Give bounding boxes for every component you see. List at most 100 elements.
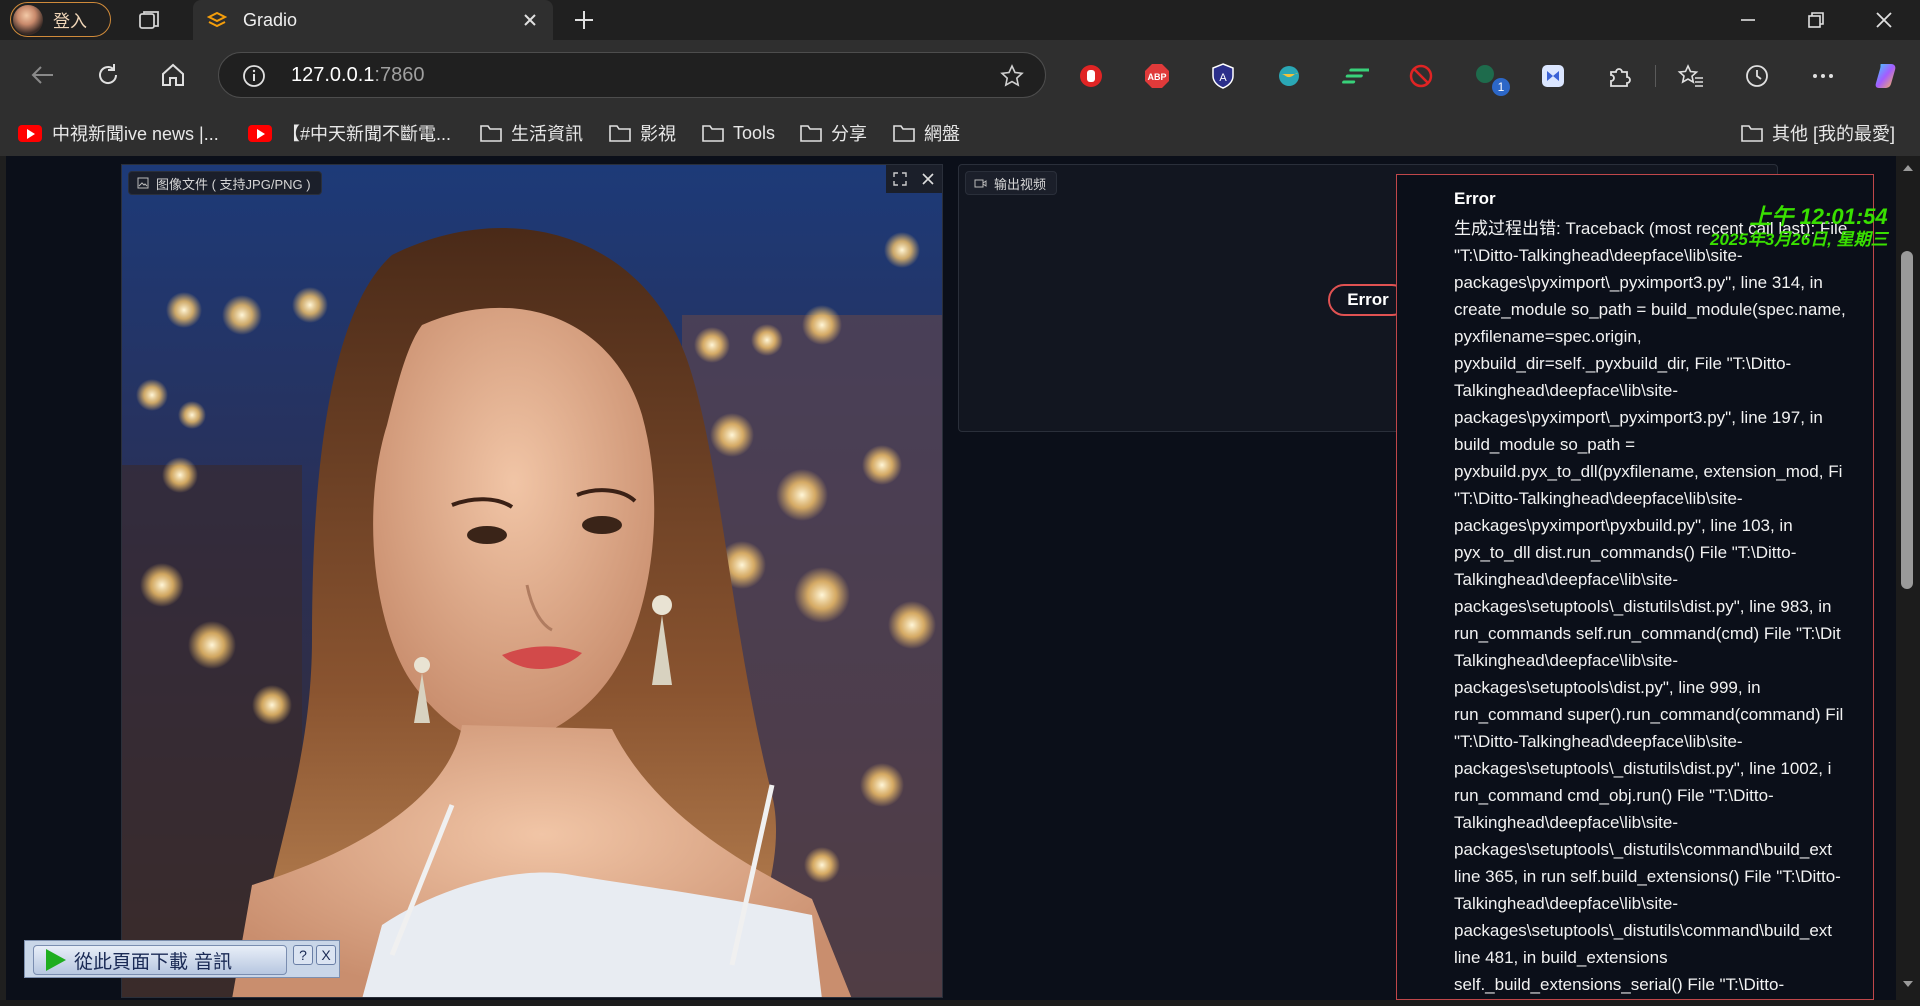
- image-input-label: 图像文件 ( 支持JPG/PNG ): [128, 171, 322, 195]
- bookmark-folder[interactable]: 網盤: [892, 118, 960, 148]
- favorite-star-icon[interactable]: [999, 63, 1025, 89]
- error-line: self._build_extensions_serial() File "T:…: [1454, 975, 1785, 994]
- gradio-logo-icon: [207, 11, 227, 28]
- avatar: [13, 4, 43, 35]
- info-icon[interactable]: [241, 63, 267, 89]
- image-toolbar: [886, 165, 942, 193]
- gradio-page: 图像文件 ( 支持JPG/PNG ) 输出视频 Error Error 生成过程…: [6, 156, 1896, 1000]
- desktop-clock-overlay: 上午 12:01:54 2025年3月26日, 星期三: [1710, 205, 1888, 251]
- error-line: Talkinghead\deepface\lib\site-: [1454, 813, 1678, 832]
- error-line: "T:\Ditto-Talkinghead\deepface\lib\site-: [1454, 732, 1743, 751]
- error-line: create_module so_path = build_module(spe…: [1454, 300, 1846, 319]
- error-line: packages\pyximport\_pyximport3.py", line…: [1454, 408, 1823, 427]
- download-label: 從此頁面下載 音訊: [74, 950, 233, 973]
- bookmark-item[interactable]: 中視新聞ive news |...: [18, 118, 219, 148]
- bookmark-item[interactable]: 【#中天新聞不斷電...: [248, 118, 451, 148]
- globe-icon[interactable]: [1275, 62, 1303, 90]
- close-tab-icon[interactable]: [521, 11, 539, 29]
- error-line: Talkinghead\deepface\lib\site-: [1454, 894, 1678, 913]
- bookmark-label: 中視新聞ive news |...: [52, 124, 219, 144]
- browser-window: { "browser": { "profile_label": "登入", "t…: [0, 0, 1920, 1006]
- bookmark-label: 分享: [831, 124, 867, 144]
- portrait-photo: [122, 165, 942, 997]
- download-audio-button[interactable]: 從此頁面下載 音訊: [33, 945, 287, 975]
- bookmark-label: 網盤: [924, 124, 960, 144]
- url-text[interactable]: 127.0.0.1:7860: [291, 64, 424, 87]
- error-line: Talkinghead\deepface\lib\site-: [1454, 651, 1678, 670]
- svg-text:A: A: [1219, 72, 1227, 84]
- bookmark-folder[interactable]: 生活資訊: [479, 118, 583, 148]
- error-title: Error: [1454, 189, 1496, 208]
- bookmark-label: 生活資訊: [511, 124, 583, 144]
- clock-date: 2025年3月26日, 星期三: [1710, 230, 1888, 249]
- error-line: pyxbuild_dir=self._pyxbuild_dir, File "T…: [1454, 354, 1792, 373]
- folder-icon: [480, 125, 502, 142]
- back-icon[interactable]: [28, 60, 58, 90]
- speed-icon[interactable]: [1341, 62, 1369, 90]
- error-line: line 365, in run self.build_extensions()…: [1454, 867, 1841, 886]
- tab-gradio[interactable]: Gradio: [193, 0, 553, 40]
- block-icon[interactable]: [1407, 62, 1435, 90]
- minimize-icon[interactable]: [1736, 8, 1760, 32]
- window-bottom-edge: [0, 1000, 1920, 1006]
- error-line: pyx_to_dll dist.run_commands() File "T:\…: [1454, 543, 1797, 562]
- bookmarks-bar: 中視新聞ive news |... 【#中天新聞不斷電... 生活資訊 影視 T…: [0, 110, 1920, 156]
- folder-icon: [1741, 125, 1763, 142]
- close-window-icon[interactable]: [1872, 8, 1896, 32]
- error-line: packages\pyximport\pyxbuild.py", line 10…: [1454, 516, 1793, 535]
- bookmark-folder[interactable]: Tools: [701, 118, 775, 148]
- restore-icon[interactable]: [1804, 8, 1828, 32]
- favorites-icon[interactable]: [1677, 62, 1705, 90]
- bookmark-folder[interactable]: 影視: [608, 118, 676, 148]
- error-line: Talkinghead\deepface\lib\site-: [1454, 381, 1678, 400]
- scrollbar-thumb[interactable]: [1901, 251, 1913, 589]
- svg-text:ABP: ABP: [1147, 72, 1166, 82]
- folder-icon: [609, 125, 631, 142]
- fullscreen-icon[interactable]: [892, 171, 908, 187]
- image-upload-panel[interactable]: 图像文件 ( 支持JPG/PNG ): [121, 164, 943, 998]
- extension-badge: 1: [1492, 78, 1510, 96]
- new-tab-icon[interactable]: [572, 8, 596, 32]
- error-line: run_command super().run_command(command)…: [1454, 705, 1844, 724]
- workspaces-icon[interactable]: [138, 9, 162, 31]
- bookmark-label: 【#中天新聞不斷電...: [282, 124, 452, 144]
- clear-image-icon[interactable]: [920, 171, 936, 187]
- stop-hand-icon[interactable]: [1077, 62, 1105, 90]
- help-button[interactable]: ?: [293, 945, 313, 965]
- shield-a-icon[interactable]: A: [1209, 62, 1237, 90]
- video-icon: [974, 179, 987, 187]
- app-icon[interactable]: [1539, 62, 1567, 90]
- folder-icon: [702, 125, 724, 142]
- copilot-icon[interactable]: [1873, 60, 1905, 92]
- scroll-down-arrow-icon[interactable]: [1902, 978, 1914, 990]
- history-icon[interactable]: [1743, 62, 1771, 90]
- puzzle-icon[interactable]: [1605, 62, 1633, 90]
- adblock-plus-icon[interactable]: ABP: [1143, 62, 1171, 90]
- error-line: packages\pyximport\_pyximport3.py", line…: [1454, 273, 1823, 292]
- output-label-text: 输出视频: [994, 176, 1047, 192]
- close-widget-button[interactable]: X: [316, 945, 336, 965]
- url-host: 127.0.0.1: [291, 64, 375, 86]
- bookmark-label: 其他 [我的最愛]: [1772, 124, 1896, 144]
- page-scrollbar[interactable]: [1896, 156, 1920, 1000]
- address-bar[interactable]: 127.0.0.1:7860: [218, 52, 1046, 98]
- youtube-icon: [248, 124, 272, 142]
- download-audio-widget: 從此頁面下載 音訊 ? X: [24, 940, 340, 978]
- play-icon: [46, 949, 66, 971]
- error-line: line 481, in build_extensions: [1454, 948, 1668, 967]
- error-line: pyxfilename=spec.origin,: [1454, 327, 1642, 346]
- reload-icon[interactable]: [93, 60, 123, 90]
- error-line: run_commands self.run_command(cmd) File …: [1454, 624, 1841, 643]
- home-icon[interactable]: [158, 60, 188, 90]
- error-line: Talkinghead\deepface\lib\site-: [1454, 570, 1678, 589]
- tab-bar: 登入 Gradio: [0, 0, 1920, 40]
- bookmark-folder[interactable]: 分享: [799, 118, 867, 148]
- error-line: "T:\Ditto-Talkinghead\deepface\lib\site-: [1454, 489, 1743, 508]
- bookmark-folder-other[interactable]: 其他 [我的最愛]: [1740, 118, 1895, 148]
- more-icon[interactable]: [1809, 62, 1837, 90]
- error-line: run_command cmd_obj.run() File "T:\Ditto…: [1454, 786, 1774, 805]
- error-line: packages\setuptools\_distutils\command\b…: [1454, 840, 1832, 859]
- browser-toolbar: 127.0.0.1:7860 ABP A 1: [0, 40, 1920, 110]
- scroll-up-arrow-icon[interactable]: [1902, 162, 1914, 174]
- profile-button[interactable]: 登入: [10, 2, 111, 37]
